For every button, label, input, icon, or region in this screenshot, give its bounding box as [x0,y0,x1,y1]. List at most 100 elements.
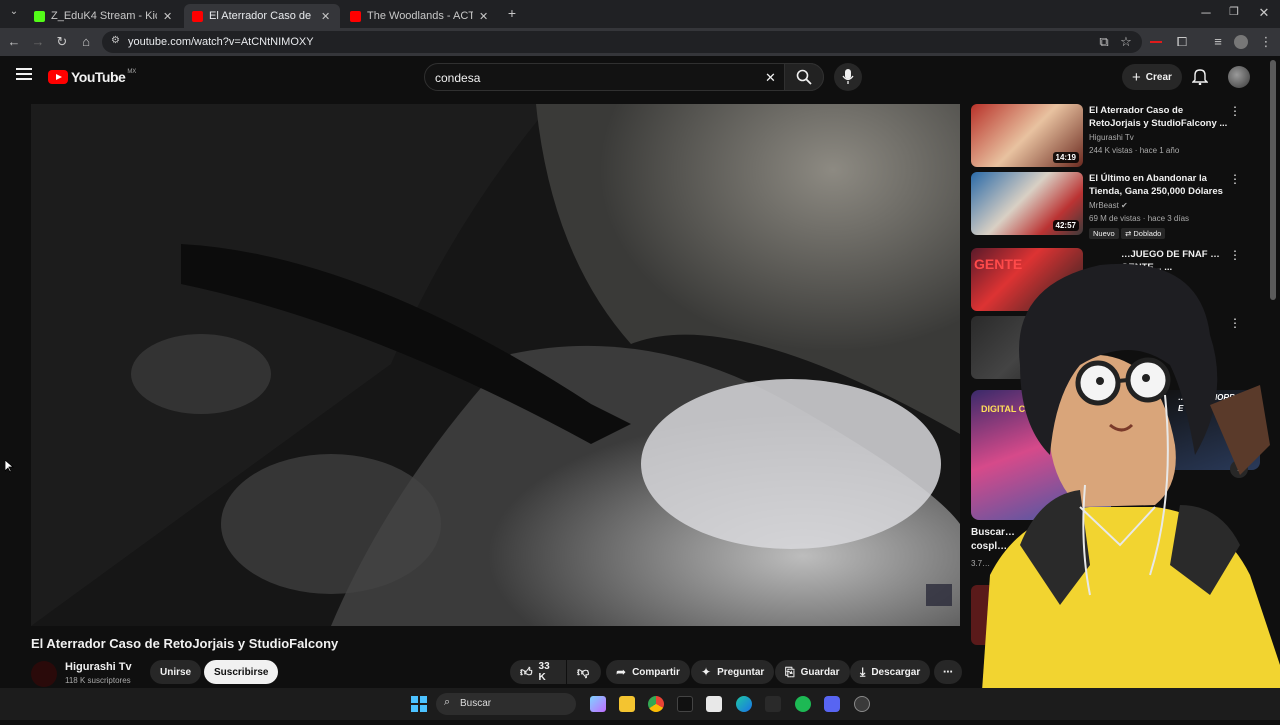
window-close-icon[interactable]: ✕ [1256,5,1272,21]
more-icon: ⋯ [943,666,953,678]
subscribe-label: Suscribirse [214,666,269,678]
extensions-icon[interactable]: ⧠ [1174,34,1190,50]
tab-youtube-active[interactable]: El Aterrador Caso de RetoJo… ✕ [184,4,340,28]
tab-title: The Woodlands - ACT 1 (Comp… [367,10,473,22]
channel-avatar[interactable] [31,661,57,687]
channel-watermark-icon [926,584,952,606]
windows-start-icon[interactable] [411,696,427,712]
tiktok-icon[interactable] [677,696,693,712]
kick-icon [34,10,45,22]
join-label: Unirse [160,666,192,678]
file-explorer-icon[interactable] [619,696,635,712]
vtuber-character [980,263,1280,720]
share-button[interactable]: ➦ Compartir [606,660,690,684]
browser-tab-bar: ⌄ Z_EduK4 Stream - Kick Dashbo… ✕ El Ate… [0,0,1280,28]
join-button[interactable]: Unirse [150,660,202,684]
spotify-icon[interactable] [795,696,811,712]
close-icon[interactable]: ✕ [163,10,172,23]
save-button[interactable]: ⎘ Guardar [775,660,850,684]
close-icon[interactable]: ✕ [479,10,488,23]
youtube-icon [192,10,203,22]
recommendation-title[interactable]: El Último en Abandonar la Tienda, Gana 2… [1089,172,1229,198]
address-bar-row: ← → ↻ ⌂ ⚙ youtube.com/watch?v=AtCNtNIMOX… [0,28,1280,56]
menu-icon[interactable] [16,68,32,80]
verified-icon: ✔ [1121,201,1128,210]
share-label: Compartir [632,666,680,678]
account-avatar[interactable] [1228,66,1250,88]
video-player[interactable] [31,104,960,626]
extension-indicator-icon[interactable] [1150,41,1162,43]
url-field[interactable]: ⚙ youtube.com/watch?v=AtCNtNIMOXY [102,31,1142,53]
close-icon[interactable]: ✕ [321,10,330,23]
bookmark-icon: ⎘ [785,664,795,679]
search-button[interactable] [784,63,824,91]
recommendation-item[interactable]: 42:57 El Último en Abandonar la Tienda, … [971,172,1261,239]
download-icon: ⤓ [860,664,866,679]
download-button[interactable]: ⤓ Descargar [850,660,931,684]
search-icon: ⌕ [444,696,451,708]
taskbar-search[interactable]: ⌕ Buscar [436,693,576,715]
install-app-icon[interactable]: ⧉ [1096,34,1112,50]
download-label: Descargar [871,666,921,678]
youtube-logo[interactable]: YouTube MX [48,68,136,86]
maximize-icon[interactable]: ❐ [1226,5,1242,18]
subscribe-button[interactable]: Suscribirse [204,660,279,684]
tab-kick[interactable]: Z_EduK4 Stream - Kick Dashbo… ✕ [26,4,182,28]
video-thumbnail[interactable]: 14:19 [971,104,1083,167]
tab-search-icon[interactable]: ⌄ [6,6,22,17]
app-icon[interactable] [765,696,781,712]
logo-text: YouTube [71,69,126,85]
ask-label: Preguntar [717,666,765,678]
like-button[interactable]: 👍︎ 33 K [510,660,566,684]
search-input[interactable]: condesa [435,71,480,85]
home-icon[interactable]: ⌂ [78,34,94,49]
voice-search-button[interactable] [834,63,862,91]
discord-icon[interactable] [824,696,840,712]
new-tab-button[interactable]: + [504,5,520,21]
video-frame [31,104,960,626]
subscriber-count: 118 K suscriptores [65,676,131,685]
recommendation-meta: 69 M de vistas · hace 3 días [1089,214,1190,223]
duration-badge: 14:19 [1052,152,1079,163]
capcut-icon[interactable] [706,696,722,712]
channel-name: MrBeast [1089,201,1119,210]
media-control-icon[interactable]: ≡ [1210,34,1226,49]
clear-search-icon[interactable]: ✕ [765,70,776,86]
dislike-button[interactable]: 👎︎ [567,660,601,684]
more-actions-button[interactable]: ⋯ [934,660,962,684]
recommendation-item[interactable]: 14:19 El Aterrador Caso de RetoJorjais y… [971,104,1261,170]
create-button[interactable]: + Crear [1122,64,1182,90]
ask-button[interactable]: ✦ Preguntar [691,660,775,684]
minimize-icon[interactable]: ─ [1198,5,1214,20]
mouse-cursor-icon [4,459,15,478]
more-options-icon[interactable]: ⋮ [1229,172,1241,186]
forward-icon[interactable]: → [30,34,46,49]
bookmark-star-icon[interactable]: ☆ [1118,34,1134,50]
taskbar-search-label: Buscar [460,698,492,709]
more-options-icon[interactable]: ⋮ [1229,104,1241,118]
sparkle-icon: ✦ [701,665,712,679]
site-info-icon[interactable]: ⚙ [111,35,120,46]
video-thumbnail[interactable]: 42:57 [971,172,1083,235]
edge-icon[interactable] [736,696,752,712]
reload-icon[interactable]: ↻ [54,34,70,50]
url-text: youtube.com/watch?v=AtCNtNIMOXY [128,36,314,48]
channel-name[interactable]: Higurashi Tv [65,661,132,673]
plus-icon: + [1132,68,1141,86]
chrome-icon[interactable] [648,696,664,712]
recommendation-channel[interactable]: Higurashi Tv [1089,133,1134,142]
dubbed-label: Doblado [1133,229,1162,238]
notifications-button[interactable] [1191,67,1209,90]
youtube-play-icon [48,70,68,84]
recommendation-title[interactable]: El Aterrador Caso de RetoJorjais y Studi… [1089,104,1229,130]
create-label: Crear [1145,71,1172,83]
tab-woodlands[interactable]: The Woodlands - ACT 1 (Comp… ✕ [342,4,498,28]
profile-avatar[interactable] [1234,35,1248,49]
obs-icon[interactable] [854,696,870,712]
search-box[interactable]: condesa ✕ [424,63,824,91]
recommendation-channel[interactable]: MrBeast ✔ [1089,201,1128,210]
copilot-icon[interactable] [590,696,606,712]
browser-menu-icon[interactable]: ⋮ [1258,34,1274,50]
video-title: El Aterrador Caso de RetoJorjais y Studi… [31,636,339,651]
back-icon[interactable]: ← [6,34,22,49]
